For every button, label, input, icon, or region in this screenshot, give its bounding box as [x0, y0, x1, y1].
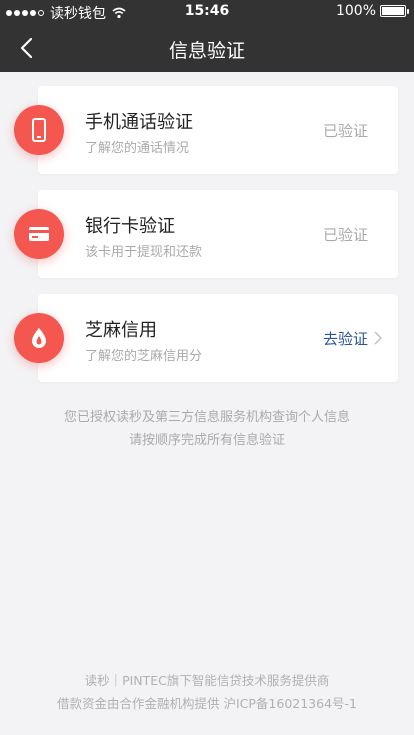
status-bar: 读秒钱包 15:46 100%	[0, 0, 414, 24]
footer-line1: 读秒｜PINTEC旗下智能信贷技术服务提供商	[84, 673, 330, 688]
battery-percent: 100%	[335, 3, 376, 19]
card-icon-badge	[14, 209, 64, 259]
item-title: 银行卡验证	[85, 216, 175, 237]
phone-icon	[32, 118, 46, 142]
phone-icon-badge	[14, 105, 64, 155]
verify-item-bank-card[interactable]: 银行卡验证 该卡用于提现和还款 已验证	[14, 190, 398, 278]
battery-icon	[380, 5, 409, 17]
item-title: 手机通话验证	[85, 112, 193, 133]
header: 读秒钱包 15:46 100% 信息验证	[0, 0, 414, 72]
sesame-icon-badge	[14, 313, 64, 363]
battery-fill	[382, 7, 404, 15]
verify-item-sesame-credit[interactable]: 芝麻信用 了解您的芝麻信用分 去验证	[14, 294, 398, 382]
status-right: 100%	[335, 3, 409, 19]
item-subtitle: 了解您的芝麻信用分	[85, 349, 203, 364]
item-status: 已验证	[322, 122, 368, 140]
nav-bar: 信息验证	[0, 24, 414, 72]
chevron-right-icon	[374, 331, 383, 345]
item-status: 已验证	[322, 226, 368, 244]
footer-line2: 借款资金由合作金融机构提供 沪ICP备16021364号-1	[56, 696, 357, 711]
auth-notice-line1: 您已授权读秒及第三方信息服务机构查询个人信息	[63, 410, 350, 425]
verify-item-phone[interactable]: 手机通话验证 了解您的通话情况 已验证	[14, 86, 398, 174]
item-title: 芝麻信用	[85, 320, 157, 341]
sesame-icon	[32, 328, 46, 348]
item-subtitle: 该卡用于提现和还款	[85, 245, 203, 260]
verify-action-link[interactable]: 去验证	[323, 328, 368, 349]
auth-notice-line2: 请按顺序完成所有信息验证	[128, 433, 285, 448]
item-subtitle: 了解您的通话情况	[85, 141, 190, 156]
card-icon	[29, 227, 49, 241]
page-title: 信息验证	[168, 40, 245, 62]
